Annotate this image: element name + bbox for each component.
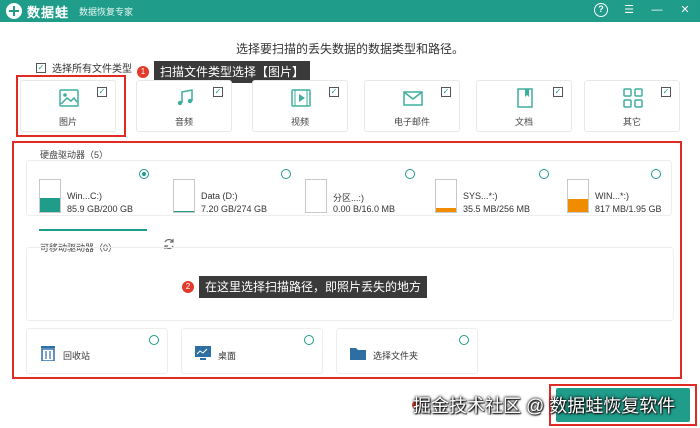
- file-type-audio[interactable]: ✓ 音频: [136, 80, 232, 132]
- close-icon[interactable]: ✕: [678, 3, 692, 17]
- logo-icon: [6, 3, 22, 19]
- file-type-label: 文档: [514, 117, 533, 127]
- file-type-label: 电子邮件: [393, 117, 430, 127]
- minimize-icon[interactable]: —: [650, 3, 664, 17]
- video-icon: [291, 89, 311, 107]
- checkbox-icon: ✓: [213, 87, 223, 97]
- file-type-label: 视频: [290, 117, 309, 127]
- file-type-document[interactable]: ✓ 文档: [476, 80, 572, 132]
- app-name: 数据蛙: [27, 4, 70, 20]
- file-type-label: 其它: [622, 117, 641, 127]
- file-type-label: 音频: [174, 117, 193, 127]
- music-icon: [177, 89, 193, 106]
- email-icon: [403, 91, 423, 106]
- watermark: 掘金技术社区 @ 数据蛙恢复软件: [413, 396, 676, 416]
- select-all-checkbox[interactable]: ✓ 选择所有文件类型: [36, 60, 132, 75]
- checkbox-icon: ✓: [36, 62, 46, 73]
- highlight-box-image: [16, 75, 126, 137]
- app-subtitle: 数据恢复专家: [79, 6, 134, 17]
- other-icon: [623, 88, 643, 108]
- highlight-box-paths: [12, 141, 682, 379]
- file-type-other[interactable]: ✓ 其它: [584, 80, 680, 132]
- select-all-label: 选择所有文件类型: [52, 64, 132, 75]
- menu-icon[interactable]: ☰: [622, 3, 636, 17]
- checkbox-icon: ✓: [441, 87, 451, 97]
- callout-number: 1: [137, 66, 149, 78]
- checkbox-icon: ✓: [661, 87, 671, 97]
- file-type-video[interactable]: ✓ 视频: [252, 80, 348, 132]
- help-icon[interactable]: ?: [594, 3, 608, 17]
- title-bar: 数据蛙 数据恢复专家 ? ☰ — ✕: [0, 0, 700, 22]
- checkbox-icon: ✓: [329, 87, 339, 97]
- document-icon: [517, 88, 533, 108]
- file-type-email[interactable]: ✓ 电子邮件: [364, 80, 460, 132]
- app-logo: 数据蛙 数据恢复专家: [6, 2, 133, 21]
- page-heading: 选择要扫描的丢失数据的数据类型和路径。: [235, 42, 464, 56]
- checkbox-icon: ✓: [553, 87, 563, 97]
